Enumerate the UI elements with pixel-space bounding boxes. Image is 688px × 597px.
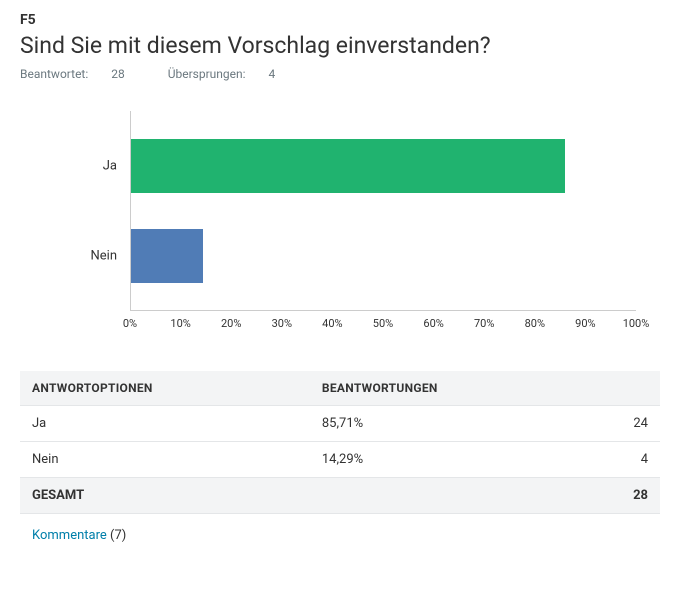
chart-x-tick: 50% [373, 317, 393, 330]
table-row: Ja85,71%24 [20, 406, 660, 442]
table-cell-pct: 14,29% [310, 442, 590, 478]
table-cell-count: 24 [590, 406, 660, 442]
chart-x-tick: 40% [322, 317, 342, 330]
table-row: Nein14,29%4 [20, 442, 660, 478]
skipped-label: Übersprungen: [168, 67, 246, 81]
chart-category-label: Ja [103, 159, 131, 174]
table-header-options: ANTWORTOPTIONEN [20, 371, 310, 406]
table-total-row: GESAMT 28 [20, 478, 660, 514]
table-total-count: 28 [590, 478, 660, 514]
table-header-row: ANTWORTOPTIONEN BEANTWORTUNGEN [20, 371, 660, 406]
chart-bar [131, 229, 203, 283]
chart-bar-row: Ja [131, 139, 565, 193]
chart-x-tick: 20% [221, 317, 241, 330]
table-total-pct [310, 478, 590, 514]
question-tag: F5 [20, 12, 660, 28]
results-table: ANTWORTOPTIONEN BEANTWORTUNGEN Ja85,71%2… [20, 371, 660, 514]
answered-value: 28 [111, 67, 125, 81]
table-cell-label: Ja [20, 406, 310, 442]
table-header-count [590, 371, 660, 406]
chart-bar-row: Nein [131, 229, 203, 283]
chart-plot: Ja Nein [130, 111, 636, 311]
table-header-responses: BEANTWORTUNGEN [310, 371, 590, 406]
table-cell-label: Nein [20, 442, 310, 478]
chart-x-tick: 100% [623, 317, 650, 330]
table-cell-count: 4 [590, 442, 660, 478]
comments-link[interactable]: Kommentare [32, 528, 107, 543]
chart-bar [131, 139, 565, 193]
response-meta: Beantwortet: 28 Übersprungen: 4 [20, 67, 660, 81]
chart-x-tick: 60% [423, 317, 443, 330]
chart-category-label: Nein [90, 249, 131, 264]
table-cell-pct: 85,71% [310, 406, 590, 442]
chart-x-tick: 0% [123, 317, 137, 330]
chart-x-axis: 0%10%20%30%40%50%60%70%80%90%100% [130, 311, 636, 341]
chart-x-tick: 30% [272, 317, 292, 330]
table-total-label: GESAMT [20, 478, 310, 514]
answered-label: Beantwortet: [20, 67, 88, 81]
chart-x-tick: 90% [575, 317, 595, 330]
skipped-meta: Übersprungen: 4 [168, 67, 296, 81]
chart-x-tick: 10% [170, 317, 190, 330]
skipped-value: 4 [269, 67, 276, 81]
survey-question-card: F5 Sind Sie mit diesem Vorschlag einvers… [0, 0, 688, 597]
chart-x-tick: 70% [474, 317, 494, 330]
chart-area: JaNein 0%10%20%30%40%50%60%70%80%90%100% [130, 101, 660, 341]
comments-line: Kommentare (7) [20, 528, 660, 543]
question-title: Sind Sie mit diesem Vorschlag einverstan… [20, 32, 660, 59]
chart-x-tick: 80% [525, 317, 545, 330]
comments-count: (7) [110, 528, 126, 543]
answered-meta: Beantwortet: 28 [20, 67, 148, 81]
